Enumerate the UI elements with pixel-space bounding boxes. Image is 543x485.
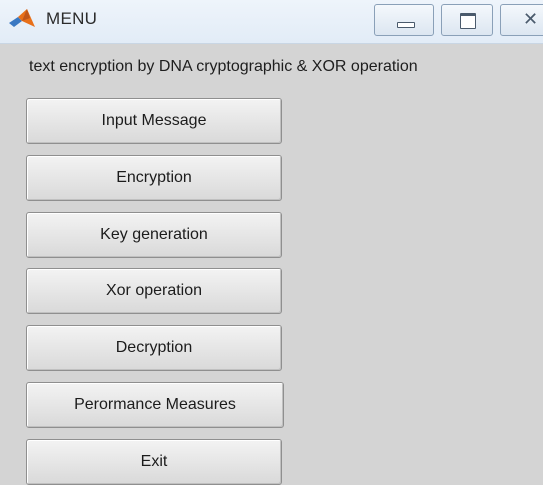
input-message-button[interactable]: Input Message: [26, 98, 282, 144]
close-button[interactable]: ✕: [500, 4, 543, 36]
window-titlebar[interactable]: MENU ✕: [0, 0, 543, 44]
maximize-button[interactable]: [441, 4, 493, 36]
minimize-button[interactable]: [374, 4, 434, 36]
window-title: MENU: [46, 9, 98, 28]
key-generation-button[interactable]: Key generation: [26, 212, 282, 258]
app-description-label: text encryption by DNA cryptographic & X…: [29, 58, 418, 75]
decryption-button[interactable]: Decryption: [26, 325, 282, 371]
performance-measures-button[interactable]: Perormance Measures: [26, 382, 284, 428]
xor-operation-button[interactable]: Xor operation: [26, 268, 282, 314]
matlab-logo-icon: [9, 9, 35, 27]
minimize-icon: [397, 22, 415, 28]
maximize-icon: [460, 13, 476, 29]
exit-button[interactable]: Exit: [26, 439, 282, 485]
encryption-button[interactable]: Encryption: [26, 155, 282, 201]
close-icon: ✕: [523, 9, 539, 30]
